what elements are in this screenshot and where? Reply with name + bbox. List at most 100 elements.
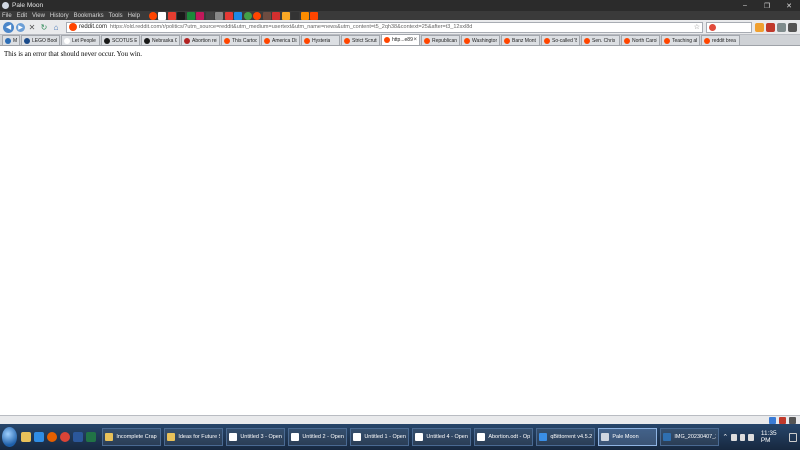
menu-item-history[interactable]: History [50,13,69,19]
browser-tab[interactable]: Republican [421,35,460,45]
taskbar-item[interactable]: IMG_20230407_204... [660,428,720,446]
bookmark-icon[interactable] [300,11,309,20]
notification-icon[interactable] [789,432,798,442]
taskbar-item[interactable]: Untitled 4 - OpenO... [412,428,472,446]
browser-tab[interactable]: Hysteria [301,35,340,45]
browser-tab[interactable]: LEGO Books [21,35,60,45]
browser-tab[interactable]: SCOTUS Ext [101,35,140,45]
site-identity-icon[interactable] [69,23,77,31]
bookmark-icon[interactable] [224,11,233,20]
taskbar-item-label: IMG_20230407_204... [674,434,716,440]
home-icon[interactable]: ⌂ [51,22,61,32]
browser-tab[interactable]: So-called 'B [541,35,580,45]
restore-icon[interactable]: ❐ [756,0,778,11]
taskbar-item[interactable]: Incomplete Crap [102,428,162,446]
browser-tab[interactable]: America Dis [261,35,300,45]
browser-tab[interactable]: Washington [461,35,500,45]
favicon-icon [264,37,270,44]
url-text[interactable]: https://old.reddit.com/r/politics/?utm_s… [110,24,692,30]
clock[interactable]: 11:35 PM [761,430,783,444]
tab-label: Hysteria [312,37,331,44]
bookmark-icon[interactable] [291,11,300,20]
taskbar-item[interactable]: Untitled 1 - OpenO... [350,428,410,446]
favicon-icon [704,37,710,44]
taskbar-item[interactable]: Untitled 3 - OpenO... [226,428,286,446]
chrome-icon[interactable] [60,432,71,442]
browser-tab[interactable]: Let People [61,35,100,45]
browser-tab[interactable]: http...e89d × [381,34,420,45]
chevron-up-icon[interactable]: ⌃ [722,433,728,441]
browser-tab[interactable]: Strict Scrutiny [341,35,380,45]
pale-moon-icon [2,2,9,9]
bookmark-icon[interactable] [167,11,176,20]
word-icon[interactable] [73,432,84,442]
search-box[interactable] [706,21,752,33]
file-explorer-icon[interactable] [21,432,32,442]
address-bar[interactable]: reddit.com https://old.reddit.com/r/poli… [66,21,703,33]
downloads-icon[interactable] [755,22,764,32]
menu-item-help[interactable]: Help [128,13,140,19]
taskbar-item-label: Untitled 3 - OpenO... [240,434,282,440]
addon-icon[interactable] [779,416,786,424]
excel-icon[interactable] [86,432,97,442]
start-button[interactable] [2,427,18,447]
taskbar-item[interactable]: Untitled 2 - OpenO... [288,428,348,446]
bookmark-icon[interactable] [186,11,195,20]
minimize-icon[interactable]: – [734,0,756,11]
bookmark-star-icon[interactable]: ☆ [694,23,700,31]
bookmark-icon[interactable] [215,11,224,20]
reload-icon[interactable]: ↻ [39,22,49,32]
firefox-icon[interactable] [47,432,58,442]
network-icon[interactable] [731,433,737,441]
browser-tab[interactable]: reddit brea [701,35,740,45]
bookmark-icon[interactable] [148,11,157,20]
back-button[interactable]: ◀ [3,21,14,33]
browser-tab[interactable]: Abortion rei [181,35,220,45]
stop-icon[interactable]: ✕ [27,22,37,32]
browser-tab[interactable]: This Cartoo [221,35,260,45]
bookmark-icon[interactable] [196,11,205,20]
browser-tab[interactable]: Nebraska G [141,35,180,45]
tab-close-icon[interactable]: × [413,37,417,43]
bookmark-icon[interactable] [253,11,262,20]
taskbar-item[interactable]: Pale Moon [598,428,658,446]
bookmark-icon[interactable] [177,11,186,20]
addon-icon[interactable] [766,22,775,32]
bookmark-icon[interactable] [234,11,243,20]
browser-tab[interactable]: Sen. Chris [581,35,620,45]
bookmark-icon[interactable] [158,11,167,20]
bookmark-icon[interactable] [272,11,281,20]
battery-icon[interactable] [748,433,754,441]
browser-tab[interactable]: Teaching ab [661,35,700,45]
taskbar-item[interactable]: Abortion.odt - Ope... [474,428,534,446]
bookmark-icon[interactable] [262,11,271,20]
bookmark-icon[interactable] [281,11,290,20]
favicon-icon [584,37,590,44]
browser-tab[interactable]: Banz Mont [501,35,540,45]
menu-item-file[interactable]: File [2,13,12,19]
addon-icon[interactable] [777,22,786,32]
menu-item-tools[interactable]: Tools [109,13,123,19]
taskbar-item[interactable]: qBittorrent v4.5.2 [536,428,596,446]
search-engine-icon[interactable] [709,23,716,31]
bookmark-icon[interactable] [205,11,214,20]
bookmark-icon[interactable] [310,11,319,20]
bookmark-icon[interactable] [243,11,252,20]
app-icon [353,433,362,441]
menu-item-bookmarks[interactable]: Bookmarks [74,13,104,19]
browser-icon[interactable] [34,432,45,442]
browser-tab[interactable]: Ma [2,35,20,45]
menu-item-edit[interactable]: Edit [17,13,27,19]
close-icon[interactable]: ✕ [778,0,800,11]
tab-label: Sen. Chris [592,37,616,44]
menu-item-view[interactable]: View [32,13,45,19]
volume-icon[interactable] [739,433,746,441]
menu-icon[interactable] [788,22,797,32]
tab-label: So-called 'B [552,37,577,44]
addon-icon[interactable] [789,416,796,424]
addon-icon[interactable] [769,416,776,424]
taskbar-item[interactable]: Ideas for Future St... [164,428,224,446]
forward-button[interactable]: ▶ [16,22,25,32]
app-icon [477,433,486,441]
browser-tab[interactable]: North Carol [621,35,660,45]
